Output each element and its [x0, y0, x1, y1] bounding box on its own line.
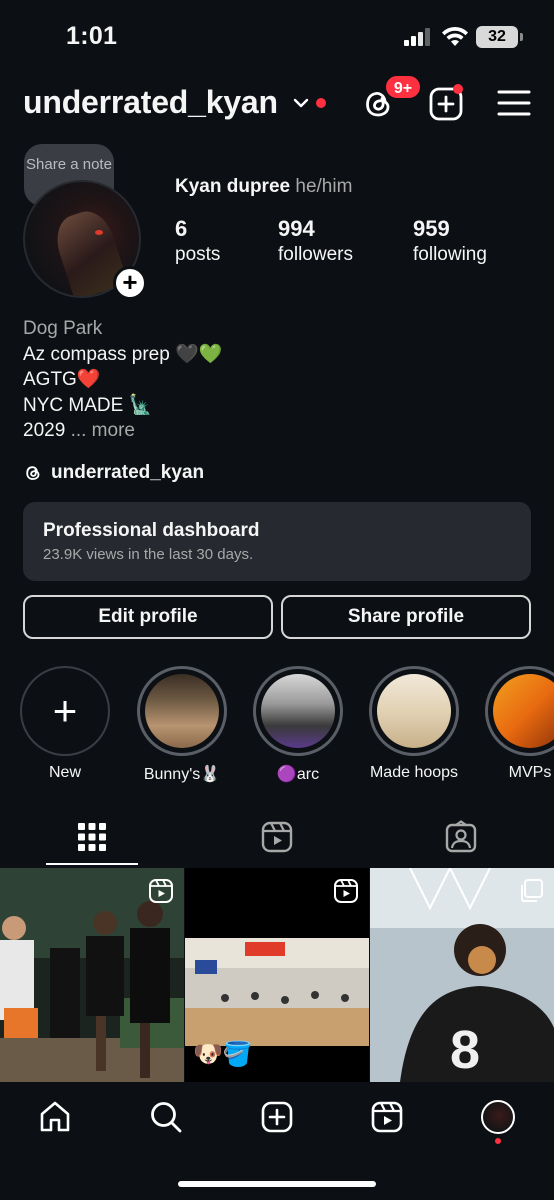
- following-stat[interactable]: 959 following: [413, 216, 487, 268]
- highlight-label: Bunny's🐰: [143, 766, 221, 783]
- post-thumbnail[interactable]: [0, 868, 184, 1082]
- edit-profile-button[interactable]: Edit profile: [23, 595, 273, 639]
- dashboard-subtitle: 23.9K views in the last 30 days.: [43, 546, 254, 563]
- highlight-cover-ring: [137, 666, 227, 756]
- highlight-cover-image: [377, 674, 451, 748]
- status-bar: 1:01 32: [0, 0, 554, 70]
- home-indicator: [178, 1181, 376, 1187]
- stat-value: 959: [413, 216, 450, 241]
- active-tab-indicator: [46, 863, 138, 865]
- status-time: 1:01: [66, 22, 118, 50]
- create-post-icon[interactable]: [260, 1100, 294, 1134]
- bio-last-line: 2029 ... more: [23, 418, 222, 444]
- reel-indicator-icon: [149, 879, 173, 903]
- carousel-indicator-icon: [521, 879, 543, 902]
- fullname-text: Kyan dupree: [175, 176, 291, 197]
- highlight-item[interactable]: Bunny's🐰: [136, 666, 228, 784]
- search-icon[interactable]: [149, 1100, 183, 1134]
- profile-avatar[interactable]: +: [23, 180, 147, 302]
- highlight-cover-ring: [253, 666, 343, 756]
- account-notification-dot: [316, 98, 326, 108]
- post-thumbnail[interactable]: 8: [370, 868, 554, 1082]
- tagged-icon[interactable]: [444, 820, 478, 854]
- stat-label: posts: [175, 244, 221, 265]
- menu-icon[interactable]: [497, 88, 531, 118]
- bio-line: NYC MADE 🗽: [23, 394, 153, 416]
- threads-profile-link[interactable]: underrated_kyan: [23, 460, 204, 486]
- stat-value: 994: [278, 216, 315, 241]
- profile-header: underrated_kyan 9+: [0, 74, 554, 134]
- highlight-label: 🟣arc: [276, 766, 320, 783]
- stat-value: 6: [175, 216, 188, 241]
- highlight-label: Made hoops: [369, 764, 459, 781]
- notification-badge[interactable]: 9+: [384, 74, 422, 100]
- profile-avatar-icon[interactable]: [481, 1100, 515, 1134]
- reels-icon[interactable]: [370, 1100, 404, 1134]
- profile-bio: Dog Park Az compass prep 🖤💚 AGTG❤️ NYC M…: [23, 316, 222, 444]
- professional-dashboard[interactable]: Professional dashboard 23.9K views in th…: [23, 502, 531, 581]
- followers-stat[interactable]: 994 followers: [278, 216, 353, 268]
- reel-indicator-icon: [334, 879, 358, 903]
- highlight-cover-image: [493, 674, 554, 748]
- highlight-cover-ring: [369, 666, 459, 756]
- post-caption: 🐶🪣: [193, 1041, 253, 1068]
- post-thumbnail[interactable]: 🐶🪣: [185, 868, 369, 1082]
- stat-label: following: [413, 244, 487, 265]
- bio-line: AGTG❤️: [23, 369, 101, 390]
- add-notification-dot: [453, 84, 463, 94]
- bio-line: Az compass prep 🖤💚: [23, 343, 223, 365]
- posts-stat[interactable]: 6 posts: [175, 216, 220, 268]
- account-switcher[interactable]: underrated_kyan: [23, 84, 278, 121]
- highlight-cover-ring: [485, 666, 554, 756]
- highlight-label: MVPs: [508, 764, 552, 781]
- stat-label: followers: [278, 244, 353, 265]
- threads-handle: underrated_kyan: [51, 462, 205, 483]
- add-story-icon[interactable]: +: [113, 266, 147, 300]
- highlight-cover-image: [145, 674, 219, 748]
- profile-category: Dog Park: [23, 318, 103, 339]
- bio-line: 2029: [23, 420, 66, 441]
- posts-grid: 🐶🪣 8: [0, 868, 554, 1082]
- highlight-label: New: [48, 764, 81, 781]
- cellular-signal-icon: [404, 28, 434, 46]
- highlight-item[interactable]: MVPs: [484, 666, 554, 782]
- svg-text:8: 8: [450, 1020, 480, 1080]
- highlight-new[interactable]: + New: [19, 666, 111, 782]
- profile-tabs: [0, 806, 554, 868]
- profile-notification-dot: [495, 1138, 501, 1144]
- wifi-icon: [442, 26, 468, 46]
- pronouns-text: he/him: [295, 176, 353, 197]
- home-icon[interactable]: [38, 1100, 72, 1134]
- bio-more-link[interactable]: ... more: [71, 420, 135, 441]
- battery-indicator: 32: [476, 26, 523, 48]
- grid-icon[interactable]: [75, 820, 109, 854]
- threads-icon: [26, 466, 40, 480]
- share-profile-button[interactable]: Share profile: [281, 595, 531, 639]
- highlight-cover-image: [261, 674, 335, 748]
- reels-icon[interactable]: [260, 820, 294, 854]
- dashboard-title: Professional dashboard: [43, 520, 260, 541]
- chevron-down-icon[interactable]: [292, 94, 310, 112]
- profile-fullname: Kyan dupree he/him: [175, 176, 352, 198]
- highlight-item[interactable]: Made hoops: [368, 666, 460, 782]
- plus-icon: +: [20, 666, 110, 756]
- highlight-item[interactable]: 🟣arc: [252, 666, 344, 784]
